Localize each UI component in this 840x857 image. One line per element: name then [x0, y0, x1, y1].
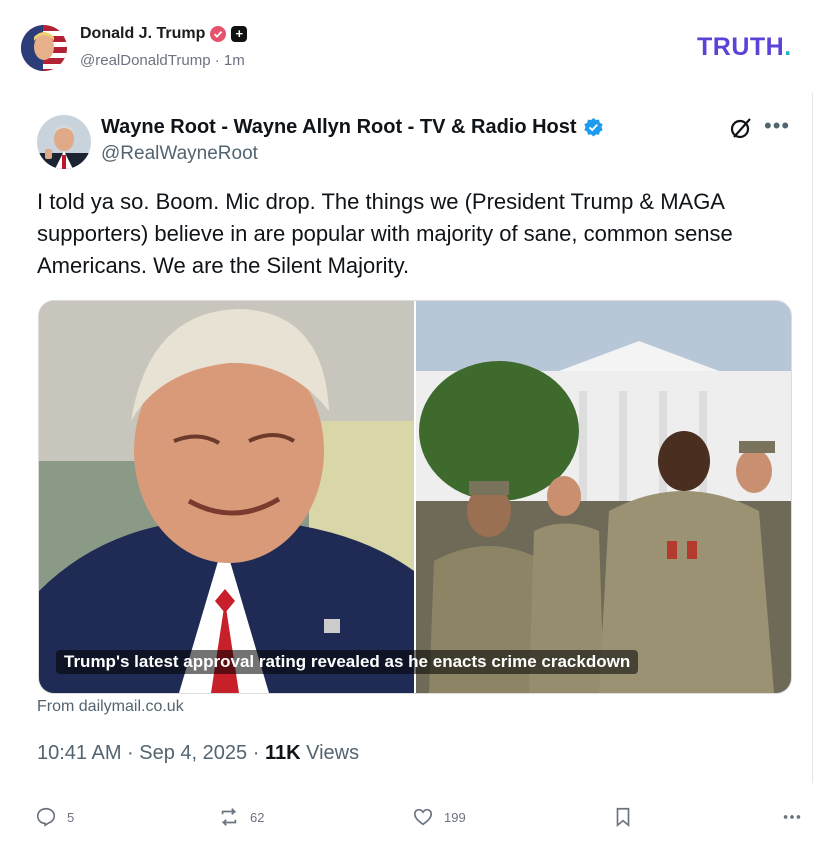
tweet-timestamp[interactable]: 10:41 AM · Sep 4, 2025: [37, 742, 247, 764]
embedded-handle[interactable]: @RealWayneRoot: [101, 143, 258, 165]
reply-count: 5: [67, 809, 75, 825]
embedded-avatar[interactable]: [37, 115, 91, 169]
like-icon: [413, 808, 433, 826]
truth-logo[interactable]: TRUTH.: [697, 33, 792, 62]
grok-slash-icon[interactable]: [728, 115, 754, 141]
repost-icon: [221, 808, 237, 826]
plus-badge-icon: +: [231, 26, 248, 42]
embedded-display-name-row: Wayne Root - Wayne Allyn Root - TV & Rad…: [101, 116, 604, 139]
media-caption: Trump's latest approval rating revealed …: [56, 650, 639, 674]
like-count: 199: [444, 809, 466, 825]
media-image[interactable]: [38, 300, 792, 694]
outer-display-name[interactable]: Donald J. Trump: [80, 25, 205, 43]
outer-post-time[interactable]: 1m: [224, 52, 245, 69]
tweet-meta: 10:41 AM · Sep 4, 2025 · 11K Views: [37, 742, 360, 764]
outer-display-name-row: Donald J. Trump +: [80, 25, 248, 43]
like-button[interactable]: 199: [412, 806, 466, 828]
link-source[interactable]: From dailymail.co.uk: [37, 698, 184, 716]
more-button[interactable]: [781, 806, 803, 828]
outer-handle-row: @realDonaldTrump · 1m: [80, 52, 245, 69]
reply-button[interactable]: 5: [35, 806, 74, 828]
outer-handle[interactable]: @realDonaldTrump: [80, 52, 211, 69]
outer-avatar[interactable]: [21, 25, 67, 71]
bookmark-icon: [616, 807, 630, 828]
more-icon: [783, 815, 801, 819]
repost-button[interactable]: 62: [218, 806, 264, 828]
views-count: 11K: [264, 742, 301, 764]
views-label: Views: [306, 742, 360, 764]
more-horizontal-icon[interactable]: •••: [764, 113, 790, 139]
bookmark-button[interactable]: [612, 806, 634, 828]
tweet-text: I told ya so. Boom. Mic drop. The things…: [37, 189, 733, 278]
verified-badge-icon: [583, 117, 603, 137]
embedded-display-name[interactable]: Wayne Root - Wayne Allyn Root - TV & Rad…: [101, 116, 577, 139]
reply-icon: [36, 807, 56, 827]
verified-badge-icon: [210, 26, 227, 42]
repost-count: 62: [250, 809, 265, 825]
